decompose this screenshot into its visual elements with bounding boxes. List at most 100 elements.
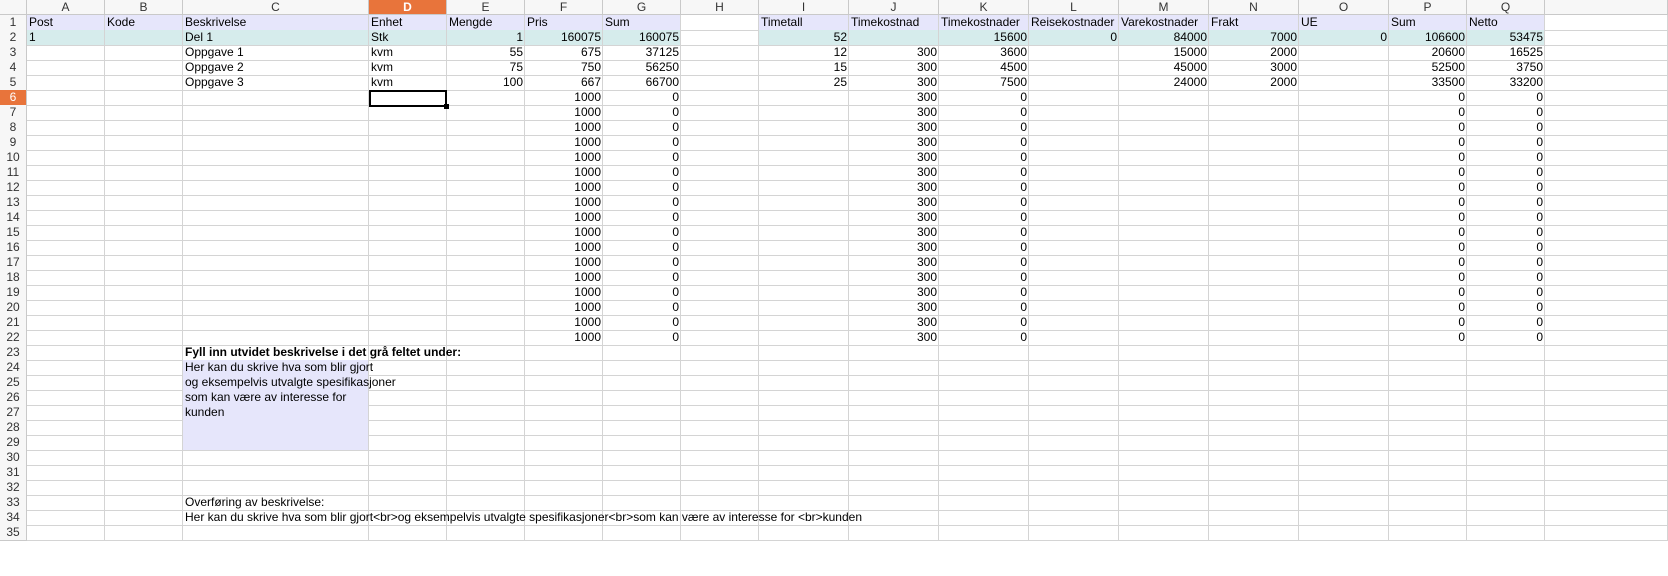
cell-b16[interactable] [105,240,183,256]
cell-d13[interactable] [369,195,447,211]
cell-q31[interactable] [1467,465,1545,481]
cell-e20[interactable] [447,300,525,316]
cell-i15[interactable] [759,225,849,241]
cell-i25[interactable] [759,375,849,391]
row-header-3[interactable]: 3 [0,45,27,61]
cell-n20[interactable] [1209,300,1299,316]
cell-e30[interactable] [447,450,525,466]
cell-o29[interactable] [1299,435,1389,451]
cell-a16[interactable] [27,240,105,256]
cell-m17[interactable] [1119,255,1209,271]
cell-q25[interactable] [1467,375,1545,391]
cell-m13[interactable] [1119,195,1209,211]
cell-e9[interactable] [447,135,525,151]
cell-k33[interactable] [939,495,1029,511]
cell-e26[interactable] [447,390,525,406]
cell-h6[interactable] [681,90,759,106]
cell-f24[interactable] [525,360,603,376]
cell-b11[interactable] [105,165,183,181]
cell-l19[interactable] [1029,285,1119,301]
cell-l17[interactable] [1029,255,1119,271]
cell-l15[interactable] [1029,225,1119,241]
cell-a30[interactable] [27,450,105,466]
cell-h26[interactable] [681,390,759,406]
cell-l11[interactable] [1029,165,1119,181]
cell-e24[interactable] [447,360,525,376]
cell-c11[interactable] [183,165,369,181]
cell-a35[interactable] [27,525,105,541]
cell-d29[interactable] [369,435,447,451]
cell-k31[interactable] [939,465,1029,481]
cell-a25[interactable] [27,375,105,391]
cell-l10[interactable] [1029,150,1119,166]
cell-c30[interactable] [183,450,369,466]
cell-o7[interactable] [1299,105,1389,121]
cell-m23[interactable] [1119,345,1209,361]
cell-i10[interactable] [759,150,849,166]
row-header-22[interactable]: 22 [0,330,27,346]
column-header-o[interactable]: O [1299,0,1389,15]
cell-e15[interactable] [447,225,525,241]
cell-e8[interactable] [447,120,525,136]
cell-j2[interactable] [849,30,939,46]
cell-j27[interactable] [849,405,939,421]
cell-p25[interactable] [1389,375,1467,391]
cell-i7[interactable] [759,105,849,121]
cell-c8[interactable] [183,120,369,136]
cell-c29[interactable] [183,435,369,451]
cell-e33[interactable] [447,495,525,511]
cell-i9[interactable] [759,135,849,151]
cell-m21[interactable] [1119,315,1209,331]
cell-q35[interactable] [1467,525,1545,541]
cell-c19[interactable] [183,285,369,301]
cell-l21[interactable] [1029,315,1119,331]
cell-o32[interactable] [1299,480,1389,496]
cell-j31[interactable] [849,465,939,481]
cell-p28[interactable] [1389,420,1467,436]
cell-a23[interactable] [27,345,105,361]
cell-c6[interactable] [183,90,369,106]
cell-e17[interactable] [447,255,525,271]
cell-a27[interactable] [27,405,105,421]
cell-i26[interactable] [759,390,849,406]
cell-b8[interactable] [105,120,183,136]
cell-b12[interactable] [105,180,183,196]
cell-b32[interactable] [105,480,183,496]
cell-l25[interactable] [1029,375,1119,391]
cell-n16[interactable] [1209,240,1299,256]
cell-o18[interactable] [1299,270,1389,286]
cell-c32[interactable] [183,480,369,496]
cell-c18[interactable] [183,270,369,286]
cell-b27[interactable] [105,405,183,421]
cell-h1[interactable] [681,15,759,31]
cell-g28[interactable] [603,420,681,436]
cell-n24[interactable] [1209,360,1299,376]
cell-n29[interactable] [1209,435,1299,451]
cell-d16[interactable] [369,240,447,256]
cell-e6[interactable] [447,90,525,106]
cell-h18[interactable] [681,270,759,286]
cell-g30[interactable] [603,450,681,466]
cell-l18[interactable] [1029,270,1119,286]
row-header-20[interactable]: 20 [0,300,27,316]
row-header-17[interactable]: 17 [0,255,27,271]
row-header-5[interactable]: 5 [0,75,27,91]
cell-n28[interactable] [1209,420,1299,436]
cell-n8[interactable] [1209,120,1299,136]
cell-a31[interactable] [27,465,105,481]
cell-d15[interactable] [369,225,447,241]
cell-m27[interactable] [1119,405,1209,421]
row-header-12[interactable]: 12 [0,180,27,196]
cell-h16[interactable] [681,240,759,256]
cell-e28[interactable] [447,420,525,436]
cell-l32[interactable] [1029,480,1119,496]
cell-o8[interactable] [1299,120,1389,136]
fill-handle[interactable] [444,104,449,109]
cell-h25[interactable] [681,375,759,391]
cell-d20[interactable] [369,300,447,316]
cell-h17[interactable] [681,255,759,271]
cell-f31[interactable] [525,465,603,481]
cell-q28[interactable] [1467,420,1545,436]
cell-a10[interactable] [27,150,105,166]
row-header-1[interactable]: 1 [0,15,27,31]
